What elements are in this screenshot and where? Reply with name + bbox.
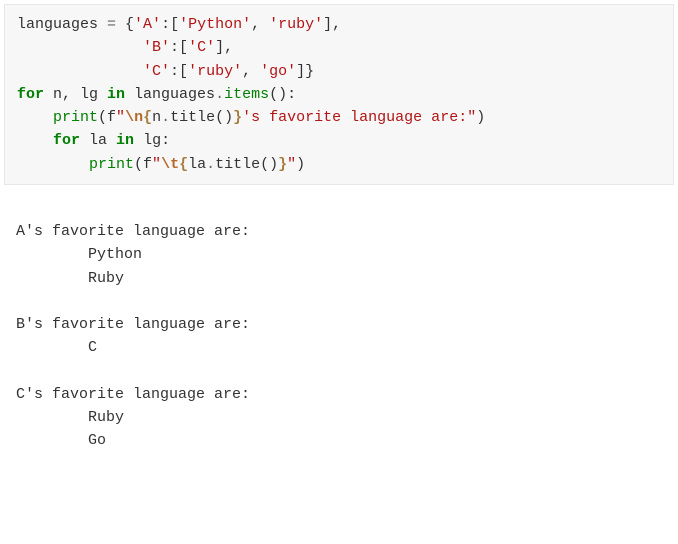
code-token: 'C' (143, 63, 170, 80)
code-token: ]} (296, 63, 314, 80)
code-token: for (53, 132, 80, 149)
code-token: 'go' (260, 63, 296, 80)
code-token: (): (269, 86, 296, 103)
code-token: :[ (161, 16, 179, 33)
output-line: B's favorite language are: (16, 316, 250, 333)
code-token: " (116, 109, 125, 126)
code-token: for (17, 86, 44, 103)
code-token: :[ (170, 39, 188, 56)
code-token (17, 39, 143, 56)
code-token: = (107, 16, 116, 33)
output-line: A's favorite language are: (16, 223, 250, 240)
code-token: . (206, 156, 215, 173)
code-token: ], (323, 16, 341, 33)
code-token: la (80, 132, 116, 149)
code-token: 'B' (143, 39, 170, 56)
code-token: 'A' (134, 16, 161, 33)
code-token: lg: (134, 132, 170, 149)
code-token: { (116, 16, 134, 33)
code-token: \n (125, 109, 143, 126)
output-line: Ruby (16, 270, 124, 287)
code-token (17, 156, 89, 173)
code-token: . (215, 86, 224, 103)
code-token: . (161, 109, 170, 126)
output-line: Go (16, 432, 106, 449)
output-line: Python (16, 246, 142, 263)
code-token: ) (476, 109, 485, 126)
code-token: } (278, 156, 287, 173)
code-token: , (251, 16, 269, 33)
output-line: Ruby (16, 409, 124, 426)
code-token: ) (296, 156, 305, 173)
code-token: la (188, 156, 206, 173)
code-token: ], (215, 39, 233, 56)
code-token: languages (17, 16, 107, 33)
code-token: { (179, 156, 188, 173)
code-token: \t (161, 156, 179, 173)
code-token: " (152, 156, 161, 173)
output-line: C's favorite language are: (16, 386, 250, 403)
code-token: print (89, 156, 134, 173)
code-token: title() (170, 109, 233, 126)
code-token: 's favorite language are:" (242, 109, 476, 126)
code-token: n (152, 109, 161, 126)
code-token: title() (215, 156, 278, 173)
code-token (17, 63, 143, 80)
code-token: " (287, 156, 296, 173)
code-token: 'ruby' (269, 16, 323, 33)
code-token: , (242, 63, 260, 80)
code-token (17, 132, 53, 149)
code-block: languages = {'A':['Python', 'ruby'], 'B'… (4, 4, 674, 185)
code-token: in (107, 86, 125, 103)
code-token: print (53, 109, 98, 126)
code-token: languages (125, 86, 215, 103)
code-token: (f (134, 156, 152, 173)
output-block: A's favorite language are: Python Ruby B… (4, 189, 674, 461)
code-token: n, lg (44, 86, 107, 103)
code-token: { (143, 109, 152, 126)
output-line: C (16, 339, 97, 356)
code-token: 'ruby' (188, 63, 242, 80)
code-token (17, 109, 53, 126)
code-token: items (224, 86, 269, 103)
code-token: in (116, 132, 134, 149)
code-token: (f (98, 109, 116, 126)
code-token: 'C' (188, 39, 215, 56)
code-token: 'Python' (179, 16, 251, 33)
code-token: :[ (170, 63, 188, 80)
code-token: } (233, 109, 242, 126)
